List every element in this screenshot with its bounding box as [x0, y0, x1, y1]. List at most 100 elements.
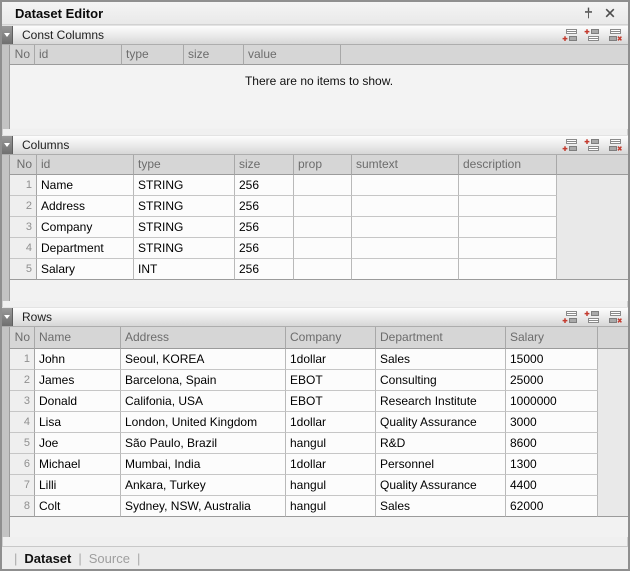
row-number-cell[interactable]: 1	[10, 175, 37, 196]
delete-row-button[interactable]	[605, 309, 623, 325]
row-number-cell[interactable]: 6	[10, 454, 35, 475]
data-cell[interactable]: hangul	[286, 496, 376, 517]
row-number-cell[interactable]: 4	[10, 412, 35, 433]
data-cell[interactable]: Barcelona, Spain	[121, 370, 286, 391]
data-cell[interactable]	[352, 238, 459, 259]
data-cell[interactable]: Lisa	[35, 412, 121, 433]
collapse-section-button[interactable]	[2, 26, 13, 44]
row-number-cell[interactable]: 2	[10, 196, 37, 217]
data-cell[interactable]	[352, 175, 459, 196]
delete-row-button[interactable]	[605, 27, 623, 43]
collapse-section-button[interactable]	[2, 136, 13, 154]
delete-row-button[interactable]	[605, 137, 623, 153]
data-cell[interactable]: 62000	[506, 496, 598, 517]
data-cell[interactable]: Sales	[376, 496, 506, 517]
data-cell[interactable]	[294, 196, 352, 217]
data-cell[interactable]: STRING	[134, 238, 235, 259]
data-cell[interactable]	[294, 175, 352, 196]
data-cell[interactable]: INT	[134, 259, 235, 280]
data-cell[interactable]: R&D	[376, 433, 506, 454]
data-cell[interactable]: James	[35, 370, 121, 391]
data-cell[interactable]: Colt	[35, 496, 121, 517]
data-cell[interactable]: Lilli	[35, 475, 121, 496]
data-cell[interactable]: STRING	[134, 217, 235, 238]
chevron-down-icon	[4, 143, 10, 150]
data-cell[interactable]: 15000	[506, 349, 598, 370]
tab-source[interactable]: Source	[89, 551, 130, 566]
data-cell[interactable]	[459, 259, 557, 280]
data-cell[interactable]: EBOT	[286, 370, 376, 391]
data-cell[interactable]: John	[35, 349, 121, 370]
data-cell[interactable]: 256	[235, 175, 294, 196]
data-cell[interactable]	[294, 259, 352, 280]
data-cell[interactable]	[459, 196, 557, 217]
data-cell[interactable]: STRING	[134, 196, 235, 217]
data-cell[interactable]: 8600	[506, 433, 598, 454]
insert-row-button[interactable]	[583, 137, 601, 153]
data-cell[interactable]: EBOT	[286, 391, 376, 412]
insert-row-button[interactable]	[583, 309, 601, 325]
close-button[interactable]	[602, 5, 618, 21]
row-number-cell[interactable]: 5	[10, 259, 37, 280]
data-cell[interactable]	[459, 175, 557, 196]
data-cell[interactable]: STRING	[134, 175, 235, 196]
data-cell[interactable]	[352, 217, 459, 238]
data-cell[interactable]: São Paulo, Brazil	[121, 433, 286, 454]
row-number-cell[interactable]: 3	[10, 217, 37, 238]
data-cell[interactable]: hangul	[286, 433, 376, 454]
data-cell[interactable]: Quality Assurance	[376, 412, 506, 433]
data-cell[interactable]: 1300	[506, 454, 598, 475]
data-cell[interactable]: 256	[235, 259, 294, 280]
data-cell[interactable]: 1dollar	[286, 349, 376, 370]
row-number-cell[interactable]: 1	[10, 349, 35, 370]
data-cell[interactable]: Company	[37, 217, 134, 238]
row-number-cell[interactable]: 4	[10, 238, 37, 259]
data-cell[interactable]: 25000	[506, 370, 598, 391]
pin-button[interactable]	[580, 5, 596, 21]
data-cell[interactable]: London, United Kingdom	[121, 412, 286, 433]
data-cell[interactable]: Michael	[35, 454, 121, 475]
row-number-cell[interactable]: 7	[10, 475, 35, 496]
row-number-cell[interactable]: 8	[10, 496, 35, 517]
data-cell[interactable]: Sydney, NSW, Australia	[121, 496, 286, 517]
data-cell[interactable]: Salary	[37, 259, 134, 280]
add-row-button[interactable]	[561, 309, 579, 325]
data-cell[interactable]	[459, 217, 557, 238]
data-cell[interactable]: 256	[235, 217, 294, 238]
data-cell[interactable]: Donald	[35, 391, 121, 412]
data-cell[interactable]: Department	[37, 238, 134, 259]
data-cell[interactable]: 3000	[506, 412, 598, 433]
data-cell[interactable]: 256	[235, 238, 294, 259]
row-number-cell[interactable]: 2	[10, 370, 35, 391]
data-cell[interactable]: Consulting	[376, 370, 506, 391]
data-cell[interactable]: Sales	[376, 349, 506, 370]
data-cell[interactable]: Joe	[35, 433, 121, 454]
data-cell[interactable]: Personnel	[376, 454, 506, 475]
data-cell[interactable]: Name	[37, 175, 134, 196]
row-number-cell[interactable]: 3	[10, 391, 35, 412]
data-cell[interactable]: 1dollar	[286, 412, 376, 433]
row-number-cell[interactable]: 5	[10, 433, 35, 454]
data-cell[interactable]: hangul	[286, 475, 376, 496]
data-cell[interactable]: 4400	[506, 475, 598, 496]
insert-row-button[interactable]	[583, 27, 601, 43]
data-cell[interactable]: Ankara, Turkey	[121, 475, 286, 496]
data-cell[interactable]	[294, 217, 352, 238]
data-cell[interactable]	[294, 238, 352, 259]
add-row-button[interactable]	[561, 137, 579, 153]
data-cell[interactable]: Address	[37, 196, 134, 217]
tab-dataset[interactable]: Dataset	[24, 551, 71, 566]
data-cell[interactable]: Quality Assurance	[376, 475, 506, 496]
data-cell[interactable]	[352, 259, 459, 280]
data-cell[interactable]: Seoul, KOREA	[121, 349, 286, 370]
data-cell[interactable]: Research Institute	[376, 391, 506, 412]
data-cell[interactable]: 1dollar	[286, 454, 376, 475]
data-cell[interactable]: 256	[235, 196, 294, 217]
data-cell[interactable]: Mumbai, India	[121, 454, 286, 475]
data-cell[interactable]: 1000000	[506, 391, 598, 412]
data-cell[interactable]	[459, 238, 557, 259]
add-row-button[interactable]	[561, 27, 579, 43]
data-cell[interactable]	[352, 196, 459, 217]
data-cell[interactable]: Califonia, USA	[121, 391, 286, 412]
collapse-section-button[interactable]	[2, 308, 13, 326]
